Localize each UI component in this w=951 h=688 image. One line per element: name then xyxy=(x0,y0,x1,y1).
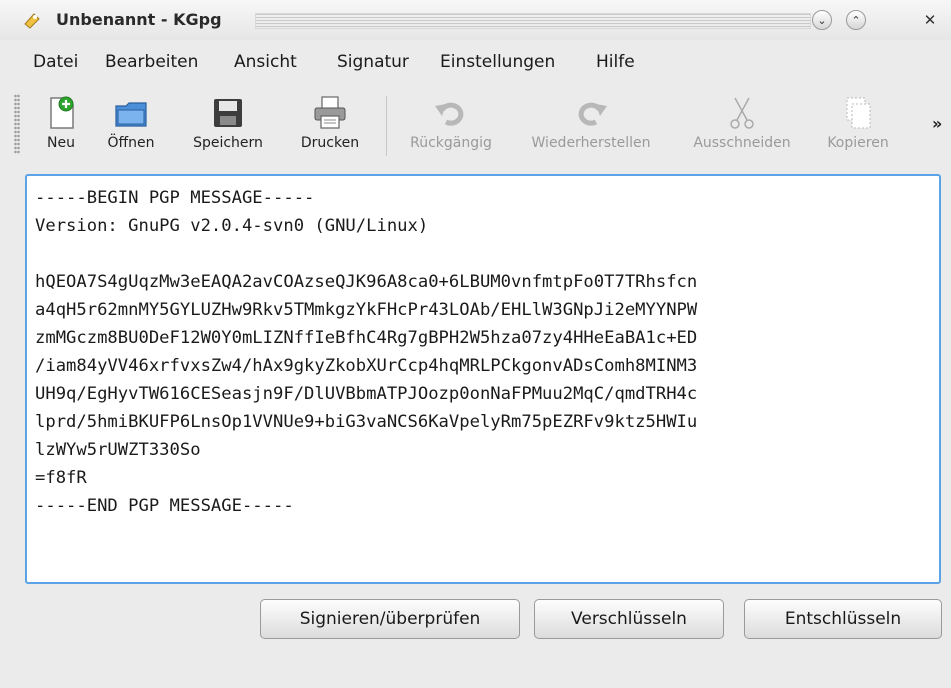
redo-icon xyxy=(578,102,607,126)
maximize-icon[interactable]: ⌃ xyxy=(846,10,866,30)
undo-button[interactable]: Rückgängig xyxy=(402,90,500,160)
decrypt-button[interactable]: Entschlüsseln xyxy=(744,599,942,639)
sign-verify-button-label: Signieren/überprüfen xyxy=(299,609,481,629)
window-title: Unbenannt - KGpg xyxy=(56,10,222,29)
cut-button[interactable]: Ausschneiden xyxy=(684,90,800,160)
main-toolbar: Neu Öffnen Speichern Drucken Rückgängig … xyxy=(0,90,951,162)
open-folder-icon xyxy=(115,102,147,127)
menu-bar: Datei Bearbeiten Ansicht Signatur Einste… xyxy=(0,50,951,78)
toolbar-separator xyxy=(386,96,387,156)
redo-button[interactable]: Wiederherstellen xyxy=(522,90,660,160)
menu-hilfe[interactable]: Hilfe xyxy=(596,52,635,72)
save-button[interactable]: Speichern xyxy=(184,90,272,160)
encrypt-button[interactable]: Verschlüsseln xyxy=(534,599,724,639)
kgpg-app-icon xyxy=(24,13,40,29)
copy-button[interactable]: Kopieren xyxy=(822,90,894,160)
sign-verify-button[interactable]: Signieren/überprüfen xyxy=(260,599,520,639)
menu-einstellungen[interactable]: Einstellungen xyxy=(440,52,555,72)
save-disk-icon xyxy=(214,99,242,127)
encrypt-button-label: Verschlüsseln xyxy=(571,609,687,629)
new-button[interactable]: Neu xyxy=(38,90,84,160)
save-button-label: Speichern xyxy=(193,135,263,151)
scissors-icon xyxy=(730,97,754,129)
cut-button-label: Ausschneiden xyxy=(693,135,791,151)
menu-signatur[interactable]: Signatur xyxy=(337,52,409,72)
printer-icon xyxy=(314,96,346,129)
message-editor[interactable]: -----BEGIN PGP MESSAGE----- Version: Gnu… xyxy=(25,174,941,584)
new-button-label: Neu xyxy=(47,135,75,151)
copy-button-label: Kopieren xyxy=(827,135,889,151)
toolbar-grip[interactable] xyxy=(14,94,20,154)
print-button[interactable]: Drucken xyxy=(292,90,368,160)
menu-datei[interactable]: Datei xyxy=(33,52,78,72)
print-button-label: Drucken xyxy=(300,135,360,151)
close-icon[interactable]: ✕ xyxy=(920,10,940,30)
redo-button-label: Wiederherstellen xyxy=(531,135,651,151)
open-button-label: Öffnen xyxy=(107,135,155,151)
open-button[interactable]: Öffnen xyxy=(104,90,158,160)
menu-bearbeiten[interactable]: Bearbeiten xyxy=(105,52,198,72)
kgpg-window: Unbenannt - KGpg ⌄ ⌃ ✕ Datei Bearbeiten … xyxy=(0,0,951,688)
menu-ansicht[interactable]: Ansicht xyxy=(234,52,297,72)
title-bar-decoration xyxy=(255,13,811,29)
title-bar[interactable]: Unbenannt - KGpg ⌄ ⌃ ✕ xyxy=(0,0,951,40)
toolbar-overflow-button[interactable]: » xyxy=(932,114,942,133)
decrypt-button-label: Entschlüsseln xyxy=(784,609,902,629)
minimize-icon[interactable]: ⌄ xyxy=(812,10,832,30)
undo-button-label: Rückgängig xyxy=(410,135,492,151)
undo-icon xyxy=(435,102,464,126)
pgp-message-text[interactable]: -----BEGIN PGP MESSAGE----- Version: Gnu… xyxy=(35,184,697,520)
copy-icon xyxy=(846,97,871,129)
new-document-icon xyxy=(50,96,74,129)
